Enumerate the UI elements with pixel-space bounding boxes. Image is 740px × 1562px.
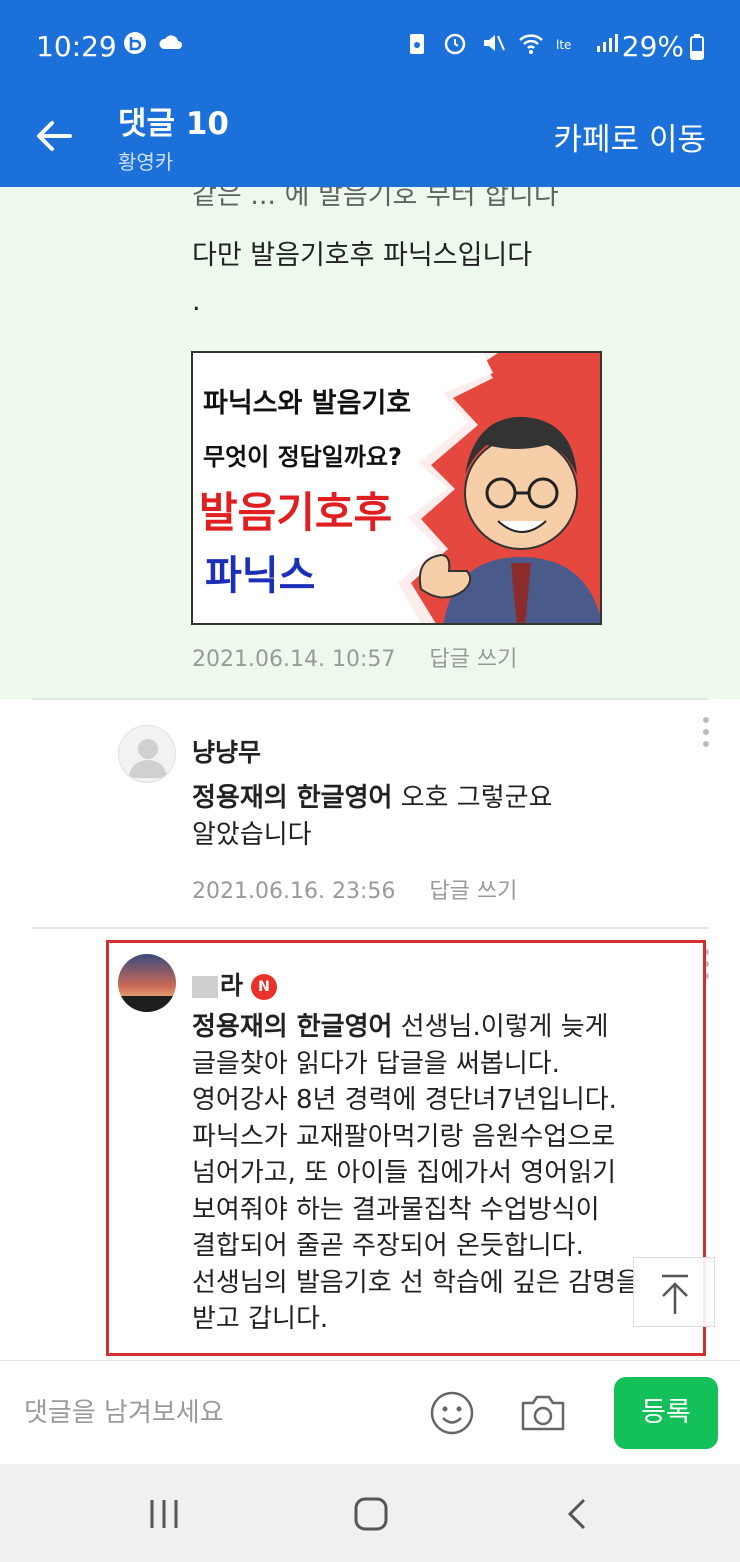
- status-time: 10:29: [36, 30, 117, 63]
- cafe-name: 황영카: [118, 150, 174, 174]
- comment-meta: 2021.06.14. 10:57 답글 쓰기: [192, 641, 517, 673]
- more-options-icon[interactable]: [700, 717, 712, 753]
- home-icon[interactable]: [349, 1492, 393, 1536]
- system-nav-bar: [0, 1464, 740, 1562]
- mute-icon: [484, 35, 505, 51]
- divider: [32, 927, 708, 929]
- signal-icon: [597, 34, 618, 52]
- comment-text-partial: 같은 ... 에 발음기호 부터 합니다: [192, 187, 559, 211]
- camera-icon[interactable]: [518, 1389, 568, 1437]
- comment-meta: 2021.06.16. 23:56 답글 쓰기: [192, 873, 517, 905]
- scroll-to-top-button[interactable]: [633, 1257, 715, 1327]
- comment-image[interactable]: 파닉스와 발음기호 무엇이 정답일까요? 발음기호후 파닉스: [191, 351, 602, 625]
- recent-apps-icon[interactable]: [142, 1492, 186, 1536]
- emoji-icon[interactable]: [428, 1389, 476, 1437]
- back-arrow-icon[interactable]: [30, 112, 78, 160]
- battery-saver-icon: [410, 34, 424, 54]
- comment-input[interactable]: [24, 1391, 404, 1435]
- default-avatar-icon: [128, 739, 168, 778]
- status-bar: 10:29 lte 29%: [0, 0, 740, 90]
- divider: [32, 698, 708, 700]
- comment-nickname[interactable]: 냥냥무: [192, 733, 261, 769]
- page-title: 댓글 10: [118, 106, 229, 142]
- svg-text:lte: lte: [556, 38, 571, 52]
- annotation-box: [106, 940, 706, 1356]
- reply-button[interactable]: 답글 쓰기: [429, 879, 517, 904]
- comment-date: 2021.06.14. 10:57: [192, 647, 396, 672]
- back-nav-icon[interactable]: [556, 1492, 600, 1536]
- comment-date: 2021.06.16. 23:56: [192, 879, 396, 904]
- alarm-icon: [444, 33, 466, 55]
- battery-percent: 29%: [621, 30, 684, 63]
- cloud-icon: [159, 35, 182, 49]
- wifi-icon: [519, 34, 543, 54]
- comment-list[interactable]: 같은 ... 에 발음기호 부터 합니다 다만 발음기호후 파닉스입니다 . 파…: [0, 187, 740, 1360]
- submit-button[interactable]: 등록: [614, 1377, 718, 1449]
- arrow-up-icon: [662, 1274, 688, 1314]
- image-text-line3: 발음기호후: [199, 488, 393, 537]
- comment-body: 정용재의 한글영어 오호 그렇군요 알았습니다: [192, 780, 552, 853]
- image-text-line1: 파닉스와 발음기호: [203, 388, 412, 419]
- battery-icon: [690, 33, 704, 60]
- image-text-line2: 무엇이 정답일까요?: [203, 443, 402, 471]
- comment-highlighted: 같은 ... 에 발음기호 부터 합니다 다만 발음기호후 파닉스입니다 . 파…: [0, 187, 740, 699]
- goto-cafe-button[interactable]: 카페로 이동: [554, 114, 706, 159]
- image-text-line4: 파닉스: [205, 553, 316, 599]
- app-header: 댓글 10 황영카 카페로 이동: [0, 90, 740, 187]
- comment-mention[interactable]: 정용재의 한글영어: [192, 783, 392, 813]
- bixby-icon: [124, 32, 146, 54]
- top-bar: 10:29 lte 29% 댓글 10 황영카 카페로 이동: [0, 0, 740, 187]
- avatar[interactable]: [118, 725, 176, 783]
- lte-icon: lte: [556, 38, 571, 52]
- comment-text: 다만 발음기호후 파닉스입니다 .: [192, 240, 533, 317]
- comment-input-bar: 등록: [0, 1360, 740, 1464]
- reply-button[interactable]: 답글 쓰기: [429, 647, 517, 672]
